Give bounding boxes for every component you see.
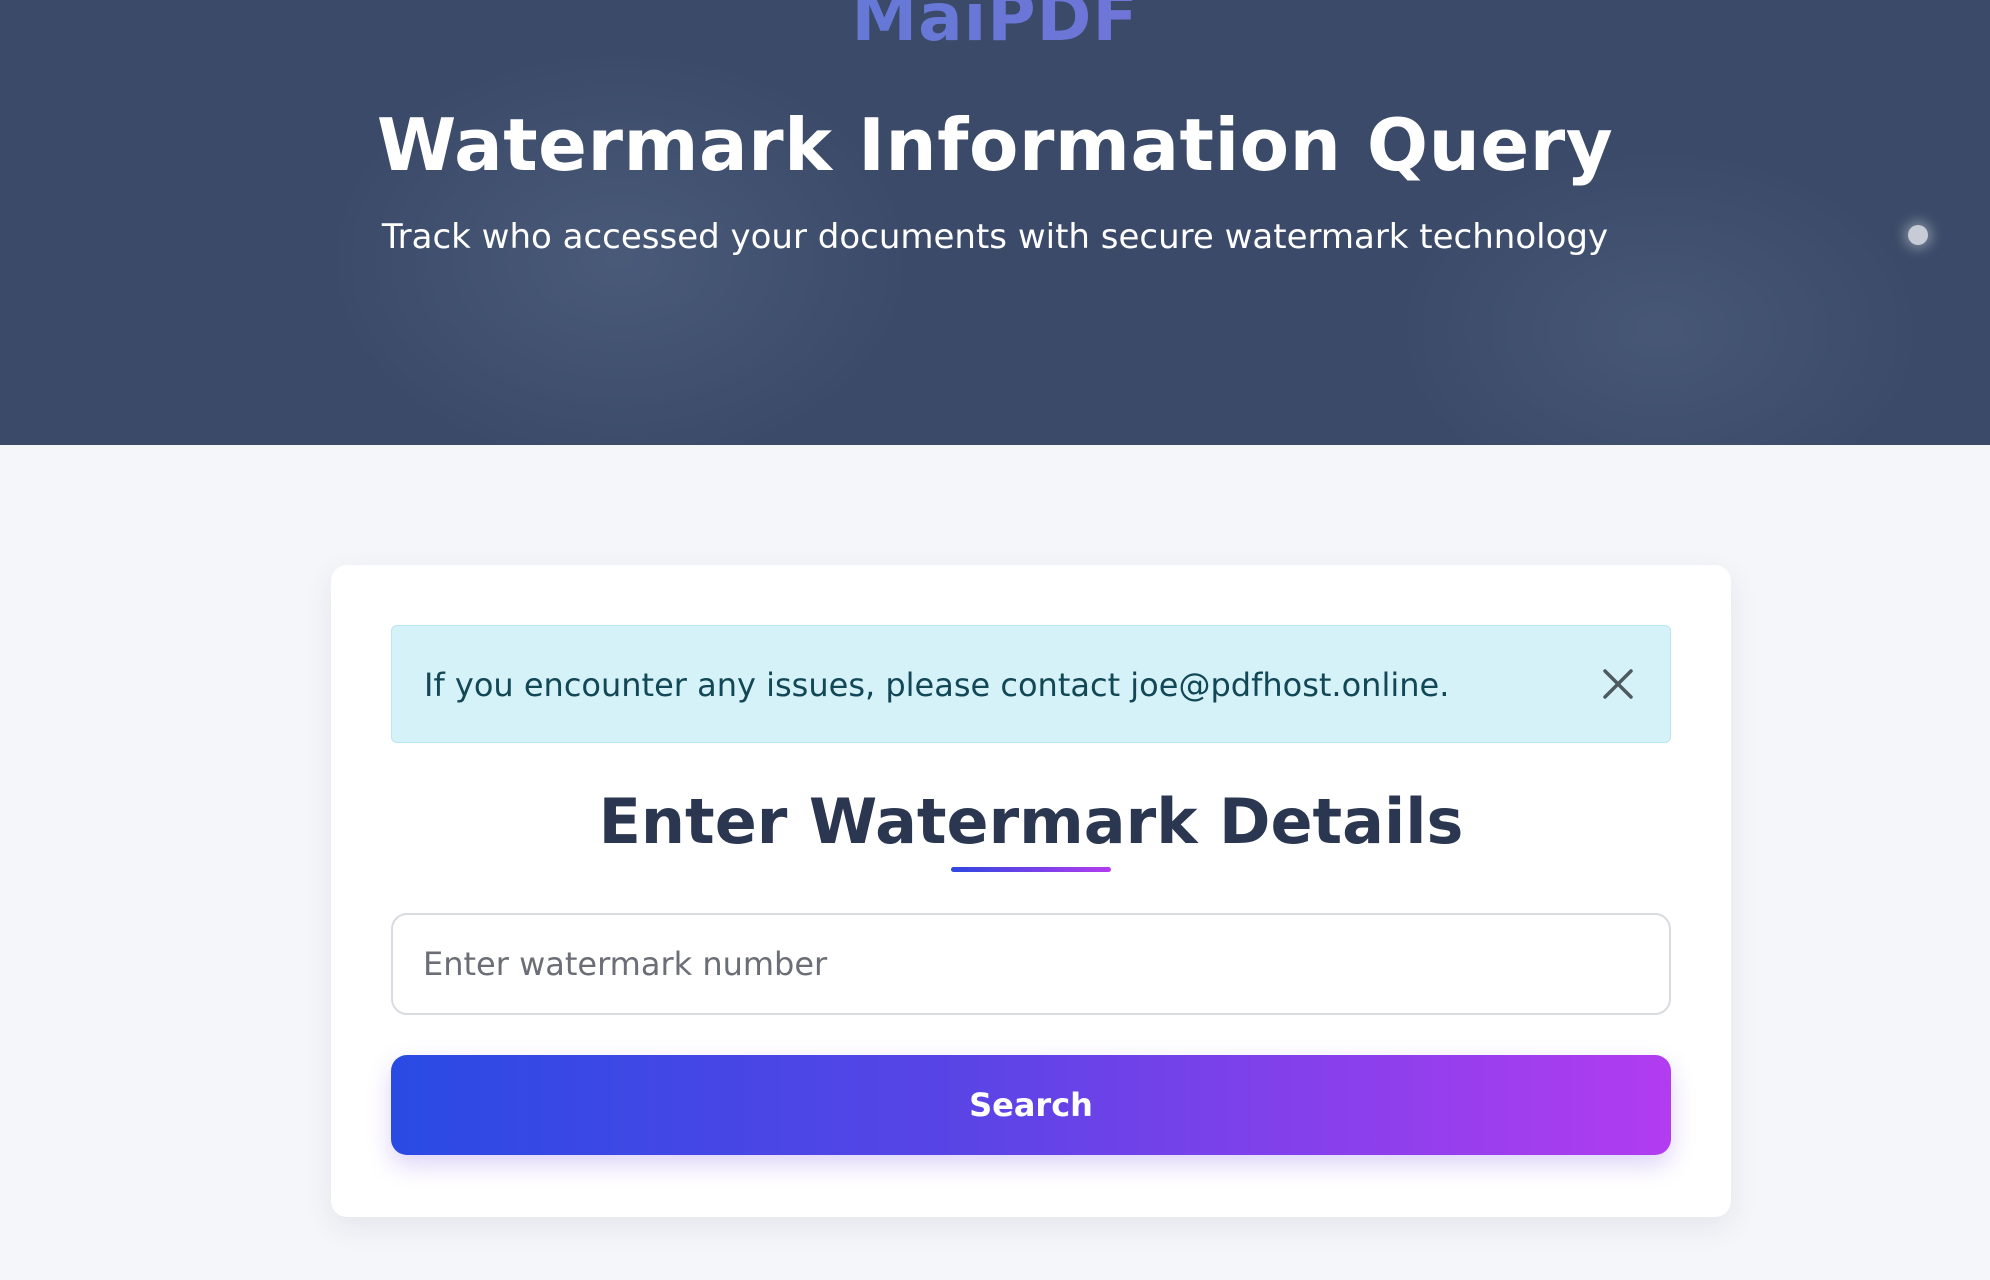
search-button[interactable]: Search bbox=[391, 1055, 1671, 1155]
alert-message: If you encounter any issues, please cont… bbox=[424, 666, 1450, 704]
page-subtitle: Track who accessed your documents with s… bbox=[381, 217, 1609, 257]
decorative-dot bbox=[1908, 225, 1928, 245]
watermark-number-input[interactable] bbox=[391, 913, 1671, 1015]
form-title: Enter Watermark Details bbox=[598, 785, 1464, 858]
page-title: Watermark Information Query bbox=[376, 103, 1614, 187]
close-icon-svg bbox=[1603, 669, 1633, 699]
hero-banner: MaiPDF Watermark Information Query Track… bbox=[0, 0, 1990, 445]
close-icon[interactable] bbox=[1596, 662, 1640, 706]
info-alert: If you encounter any issues, please cont… bbox=[391, 625, 1671, 743]
title-underline bbox=[951, 867, 1111, 872]
query-card: If you encounter any issues, please cont… bbox=[331, 565, 1731, 1217]
brand-logo[interactable]: MaiPDF bbox=[0, 0, 1990, 58]
